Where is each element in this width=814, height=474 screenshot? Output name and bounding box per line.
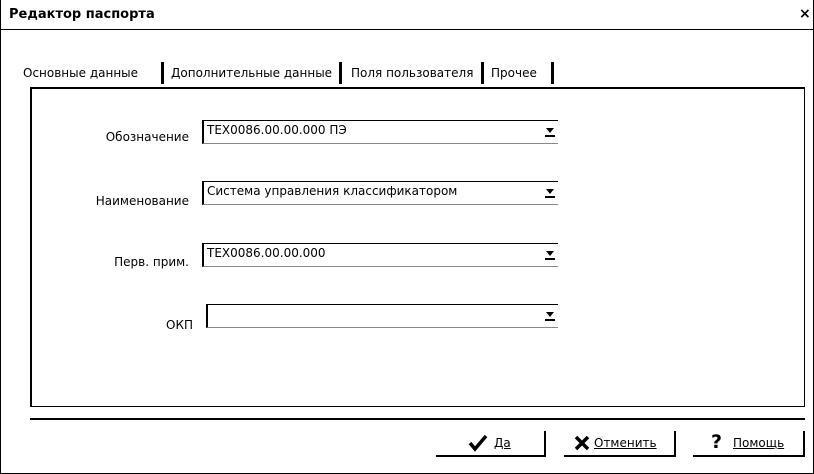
- tab-additional-data[interactable]: Дополнительные данные: [171, 60, 342, 86]
- cancel-button[interactable]: Отменить: [564, 431, 676, 457]
- okp-label: ОКП: [166, 318, 193, 332]
- checkmark-icon: [468, 434, 488, 456]
- close-icon[interactable]: ×: [799, 4, 813, 24]
- tab-label: Основные данные: [23, 66, 139, 80]
- question-icon: ?: [711, 431, 723, 453]
- cancel-button-label: Отменить: [594, 436, 657, 450]
- tab-label: Прочее: [491, 66, 537, 80]
- window-title: Редактор паспорта: [9, 7, 155, 22]
- tab-user-fields[interactable]: Поля пользователя: [351, 60, 484, 86]
- name-label: Наименование: [95, 194, 189, 208]
- first-use-combobox[interactable]: ТЕХ0086.00.00.000: [202, 243, 558, 267]
- designation-label: Обозначение: [105, 130, 189, 144]
- tab-main-data[interactable]: Основные данные: [23, 60, 164, 86]
- cancel-label-text: Отменить: [594, 436, 657, 450]
- tab-separator: [481, 62, 484, 84]
- designation-value: ТЕХ0086.00.00.000 ПЭ: [207, 123, 347, 137]
- name-value: Система управления классификатором: [207, 184, 458, 198]
- passport-editor-dialog: Редактор паспорта × Основные данные Допо…: [0, 0, 814, 474]
- tab-separator: [339, 62, 342, 84]
- chevron-down-icon[interactable]: [542, 305, 558, 327]
- ok-button[interactable]: Да: [436, 431, 546, 457]
- tab-other[interactable]: Прочее: [491, 60, 554, 86]
- footer-divider: [30, 418, 805, 420]
- name-combobox[interactable]: Система управления классификатором: [202, 181, 558, 205]
- first-use-value: ТЕХ0086.00.00.000: [207, 246, 326, 260]
- tab-label: Дополнительные данные: [171, 66, 333, 80]
- first-use-label: Перв. прим.: [114, 255, 189, 269]
- help-button-label: Помощь: [733, 436, 785, 450]
- cross-icon: [574, 435, 590, 455]
- tab-separator: [551, 62, 554, 84]
- tab-separator: [161, 62, 164, 84]
- help-button[interactable]: ? Помощь: [693, 431, 805, 457]
- title-bar[interactable]: Редактор паспорта ×: [1, 0, 813, 30]
- chevron-down-icon[interactable]: [542, 182, 558, 204]
- okp-combobox[interactable]: [206, 304, 558, 328]
- chevron-down-icon[interactable]: [542, 121, 558, 143]
- designation-combobox[interactable]: ТЕХ0086.00.00.000 ПЭ: [202, 120, 558, 144]
- ok-button-label: Да: [494, 436, 511, 450]
- chevron-down-icon[interactable]: [542, 244, 558, 266]
- tab-label: Поля пользователя: [351, 66, 474, 80]
